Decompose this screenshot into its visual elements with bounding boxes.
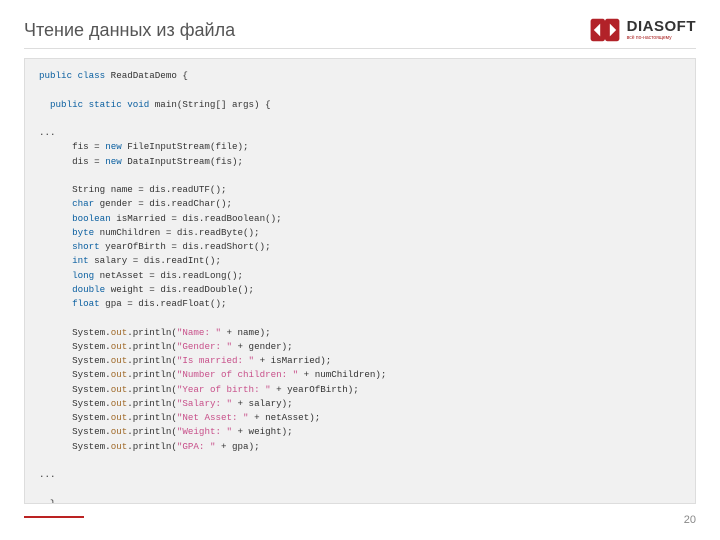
code-token: System. — [72, 341, 111, 352]
code-token: long — [72, 270, 94, 281]
code-token: isMarried = dis.readBoolean(); — [111, 213, 282, 224]
code-token: byte — [72, 227, 94, 238]
code-token: .println( — [127, 441, 177, 452]
code-token: "Name: " — [177, 327, 221, 338]
code-token: gpa = dis.readFloat(); — [100, 298, 227, 309]
code-token: ... — [39, 469, 56, 480]
code-token: numChildren = dis.readByte(); — [94, 227, 259, 238]
code-token: public static void — [50, 99, 149, 110]
code-token: System. — [72, 327, 111, 338]
code-token: .println( — [127, 355, 177, 366]
slide-title: Чтение данных из файла — [24, 20, 235, 41]
code-token: ReadDataDemo { — [105, 70, 188, 81]
brand-logo: DIASOFT всё по-настоящему — [589, 14, 696, 46]
code-token: double — [72, 284, 105, 295]
code-token: netAsset = dis.readLong(); — [94, 270, 243, 281]
code-token: out — [111, 355, 128, 366]
code-block: public class ReadDataDemo { public stati… — [24, 58, 696, 504]
code-token: + gpa); — [215, 441, 259, 452]
code-token: + numChildren); — [298, 369, 386, 380]
code-token: System. — [72, 384, 111, 395]
code-token: + salary); — [232, 398, 293, 409]
code-token: out — [111, 412, 128, 423]
code-token: new — [105, 156, 122, 167]
code-token: main(String[] args) { — [149, 99, 270, 110]
code-token: .println( — [127, 341, 177, 352]
page-number: 20 — [684, 514, 696, 526]
code-token: dis = — [72, 156, 105, 167]
code-token: .println( — [127, 412, 177, 423]
code-token: ... — [39, 127, 56, 138]
logo-name: DIASOFT — [627, 19, 696, 34]
code-token: System. — [72, 398, 111, 409]
code-token: .println( — [127, 327, 177, 338]
code-token: out — [111, 441, 128, 452]
code-token: FileInputStream(file); — [122, 141, 249, 152]
code-token: out — [111, 369, 128, 380]
code-token: + gender); — [232, 341, 293, 352]
code-token: + isMarried); — [254, 355, 331, 366]
code-token: fis = — [72, 141, 105, 152]
code-token: char — [72, 198, 94, 209]
code-token: salary = dis.readInt(); — [89, 255, 221, 266]
code-token: "Is married: " — [177, 355, 254, 366]
code-token: public class — [39, 70, 105, 81]
code-token: + weight); — [232, 426, 293, 437]
code-token: int — [72, 255, 89, 266]
code-token: .println( — [127, 369, 177, 380]
code-token: out — [111, 426, 128, 437]
code-token: } — [50, 498, 56, 505]
code-token: out — [111, 327, 128, 338]
code-token: System. — [72, 426, 111, 437]
code-token: out — [111, 341, 128, 352]
header-divider — [24, 48, 696, 49]
code-token: System. — [72, 369, 111, 380]
code-token: short — [72, 241, 100, 252]
code-token: weight = dis.readDouble(); — [105, 284, 254, 295]
code-token: out — [111, 398, 128, 409]
code-token: "Year of birth: " — [177, 384, 271, 395]
code-token: "Gender: " — [177, 341, 232, 352]
diasoft-logo-icon — [589, 14, 621, 46]
code-token: "Weight: " — [177, 426, 232, 437]
code-token: yearOfBirth = dis.readShort(); — [100, 241, 271, 252]
code-token: float — [72, 298, 100, 309]
footer-accent — [24, 516, 84, 518]
code-token: System. — [72, 441, 111, 452]
code-token: boolean — [72, 213, 111, 224]
code-token: .println( — [127, 398, 177, 409]
code-token: System. — [72, 412, 111, 423]
code-token: + netAsset); — [249, 412, 321, 423]
code-token: "Net Asset: " — [177, 412, 249, 423]
code-token: .println( — [127, 426, 177, 437]
code-token: .println( — [127, 384, 177, 395]
code-token: + name); — [221, 327, 271, 338]
code-token: "Number of children: " — [177, 369, 298, 380]
code-token: DataInputStream(fis); — [122, 156, 243, 167]
code-token: String name = dis.readUTF(); — [72, 184, 226, 195]
code-token: out — [111, 384, 128, 395]
code-token: "Salary: " — [177, 398, 232, 409]
logo-tagline: всё по-настоящему — [627, 36, 696, 41]
code-token: gender = dis.readChar(); — [94, 198, 232, 209]
code-token: + yearOfBirth); — [271, 384, 359, 395]
code-token: System. — [72, 355, 111, 366]
code-token: "GPA: " — [177, 441, 216, 452]
code-token: new — [105, 141, 122, 152]
